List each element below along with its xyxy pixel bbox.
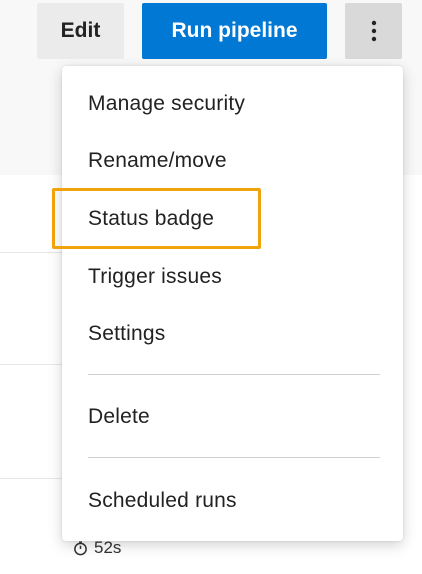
run-duration-label: 52s	[94, 538, 122, 557]
more-actions-menu: Manage security Rename/move Status badge…	[62, 66, 403, 541]
menu-separator	[88, 457, 380, 458]
menu-item-trigger-issues[interactable]: Trigger issues	[88, 257, 222, 297]
menu-item-scheduled-runs[interactable]: Scheduled runs	[88, 481, 237, 521]
pipeline-page: 52s Edit Run pipeline Manage security Re…	[0, 0, 422, 574]
menu-item-delete[interactable]: Delete	[88, 397, 150, 437]
row-divider	[0, 364, 70, 365]
more-actions-button[interactable]	[345, 3, 402, 59]
run-duration: 52s	[73, 538, 121, 558]
menu-item-settings[interactable]: Settings	[88, 314, 165, 354]
more-vertical-icon	[371, 20, 377, 42]
row-divider	[0, 478, 70, 479]
row-divider	[0, 252, 70, 253]
menu-item-rename-move[interactable]: Rename/move	[88, 141, 227, 181]
menu-item-status-badge[interactable]: Status badge	[88, 199, 214, 239]
menu-item-manage-security[interactable]: Manage security	[88, 84, 245, 124]
run-pipeline-button[interactable]: Run pipeline	[142, 3, 327, 59]
edit-button[interactable]: Edit	[37, 3, 124, 59]
clock-icon	[73, 540, 88, 556]
menu-separator	[88, 374, 380, 375]
